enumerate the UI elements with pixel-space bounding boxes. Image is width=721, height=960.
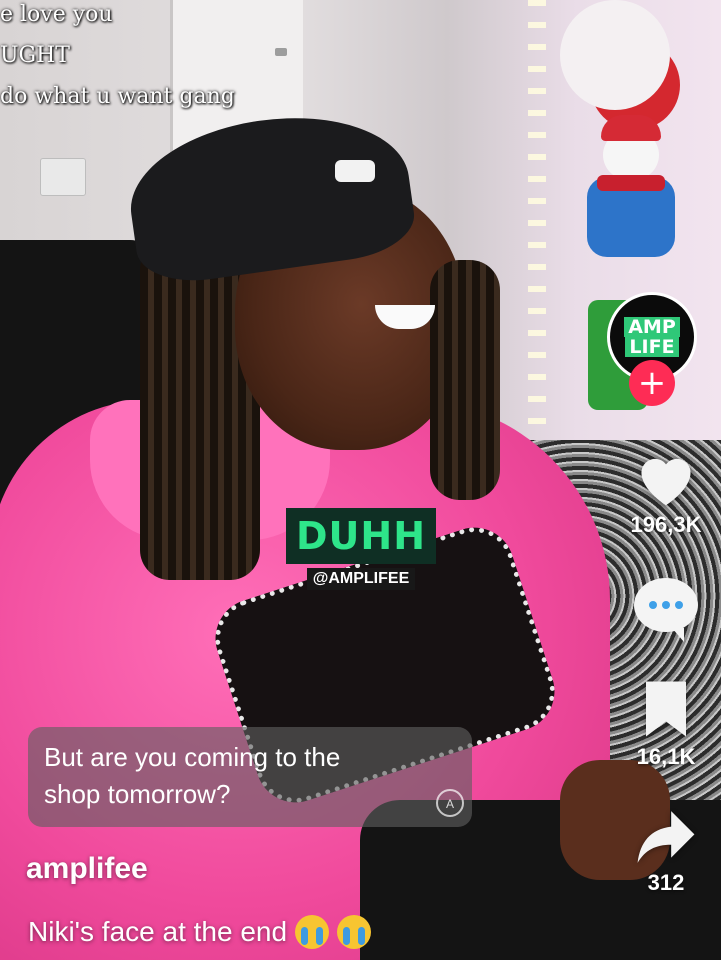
question-text-line: But are you coming to the [44,742,341,772]
loudly-crying-emoji [295,915,330,949]
loudly-crying-emoji [337,915,372,949]
heart-icon [641,458,691,506]
creator-username[interactable]: amplifee [26,852,148,886]
bookmark-button[interactable]: 16,1K [611,678,721,770]
caption-line: do what u want gang [0,84,235,109]
watermark-text: DUHH [286,508,437,564]
share-icon [637,811,695,863]
watermark-handle: @AMPLIFEE [306,568,416,590]
comment-button[interactable] [611,578,721,642]
bookmark-count: 16,1K [636,744,696,769]
hair-right [430,260,500,500]
cap-logo [335,160,375,182]
translate-icon[interactable]: A [436,789,464,817]
overlay-caption: e love you UGHT do what u want gang [0,0,235,117]
amplifee-watermark: DUHH @AMPLIFEE [286,508,437,590]
caption-line: UGHT [0,43,70,68]
avatar-text: LIFE [625,337,679,357]
question-sticker[interactable]: But are you coming to the shop tomorrow?… [28,727,472,827]
follow-button[interactable]: + [629,360,675,406]
share-count: 312 [647,870,685,895]
question-text-line: shop tomorrow? [44,779,231,809]
like-count: 196,3K [630,512,702,537]
post-description[interactable]: Niki's face at the end [28,915,372,949]
like-button[interactable]: 196,3K [611,448,721,538]
avatar-text: AMP [624,317,680,337]
bookmark-icon [646,681,686,737]
description-text: Niki's face at the end [28,916,288,947]
share-button[interactable]: 312 [611,808,721,896]
comment-icon [634,578,698,642]
caption-line: e love you [0,2,113,27]
